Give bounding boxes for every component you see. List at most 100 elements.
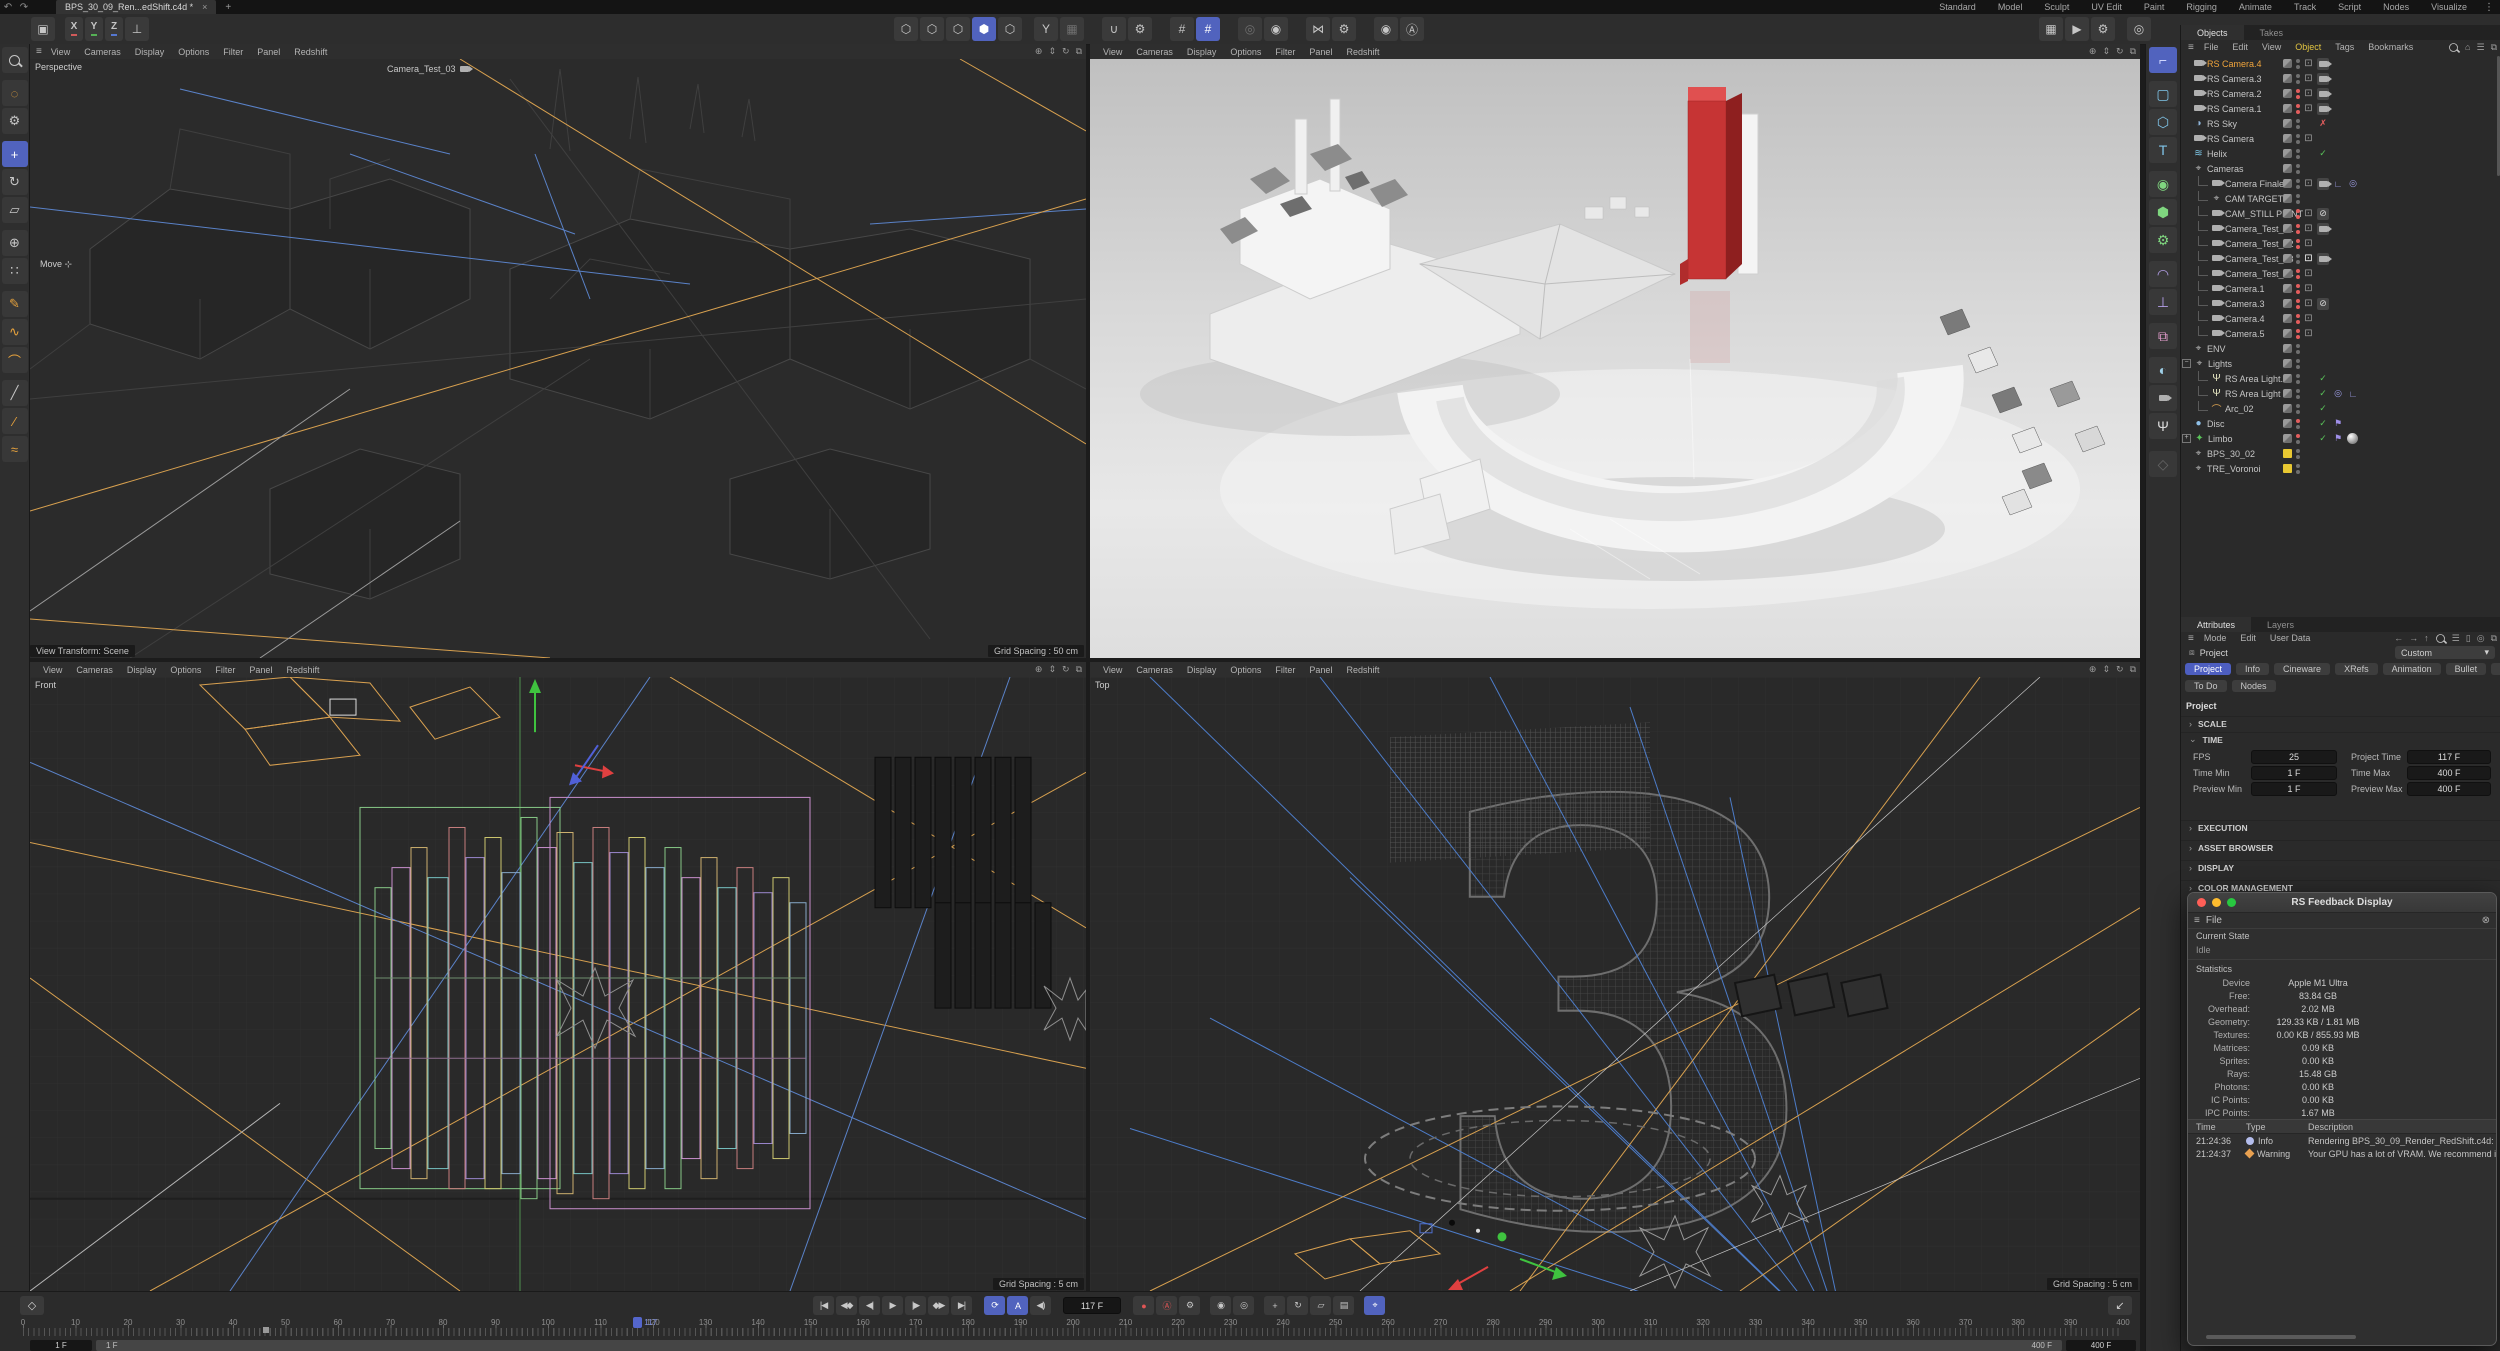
key-rotation-button[interactable]: ↻ bbox=[1287, 1296, 1308, 1315]
menu-item-user-data[interactable]: User Data bbox=[2263, 633, 2318, 643]
tree-row-rs-camera-4[interactable]: RS Camera.4⊡ bbox=[2181, 56, 2500, 71]
attr-tab-project[interactable]: Project bbox=[2185, 663, 2231, 675]
rotate-view-icon[interactable]: ↻ bbox=[1062, 664, 1070, 675]
grid-button[interactable]: # bbox=[1170, 17, 1194, 41]
menu-item-redshift[interactable]: Redshift bbox=[287, 47, 334, 57]
visibility-dots[interactable] bbox=[2295, 209, 2300, 219]
visibility-dots[interactable] bbox=[2295, 314, 2300, 324]
render-tag[interactable]: ⊡ bbox=[2303, 178, 2314, 189]
attr-tab-animation[interactable]: Animation bbox=[2383, 663, 2441, 675]
search-icon[interactable] bbox=[2449, 43, 2458, 52]
pan-icon[interactable]: ⊕ bbox=[2089, 46, 2097, 57]
edit-toggle[interactable] bbox=[2283, 284, 2292, 293]
rs-feedback-window[interactable]: RS Feedback Display ≡ File ⊗ Current Sta… bbox=[2187, 892, 2497, 1346]
menu-item-cameras[interactable]: Cameras bbox=[69, 665, 120, 675]
menu-item-tags[interactable]: Tags bbox=[2328, 42, 2361, 52]
maximize-icon[interactable]: ⧉ bbox=[2130, 664, 2136, 675]
tree-row-camera-5[interactable]: Camera.5⊡ bbox=[2181, 326, 2500, 341]
snap-key-button[interactable]: ⌖ bbox=[1364, 1296, 1385, 1315]
tree-row-tre-voronoi[interactable]: ⌖TRE_Voronoi bbox=[2181, 461, 2500, 476]
preview-marker[interactable] bbox=[263, 1327, 269, 1333]
menu-item-panel[interactable]: Panel bbox=[1302, 47, 1339, 57]
tree-row-arc-02[interactable]: ⌒Arc_02✓ bbox=[2181, 401, 2500, 416]
range-slider[interactable]: 1 F 400 F bbox=[96, 1340, 2062, 1351]
knife-button[interactable]: ╱ bbox=[2, 380, 28, 406]
menu-item-view[interactable]: View bbox=[2255, 42, 2288, 52]
edit-toggle[interactable] bbox=[2283, 389, 2292, 398]
forward-icon[interactable]: → bbox=[2409, 633, 2418, 643]
camera-tag[interactable] bbox=[2317, 253, 2329, 265]
render-tag[interactable]: ⊡ bbox=[2303, 133, 2314, 144]
edit-toggle[interactable] bbox=[2283, 149, 2292, 158]
next-key-button[interactable]: ◆▶ bbox=[928, 1296, 949, 1315]
visibility-dots[interactable] bbox=[2295, 269, 2300, 279]
protection-tag[interactable]: ⊘ bbox=[2317, 208, 2329, 220]
texture-flag-tag[interactable]: ⚑ bbox=[2332, 433, 2344, 445]
render-tag[interactable]: ⊡ bbox=[2303, 238, 2314, 249]
menu-icon[interactable]: ≡ bbox=[2194, 915, 2200, 926]
loop-button[interactable]: ⟳ bbox=[984, 1296, 1005, 1315]
time-max-field[interactable]: 400 F bbox=[2407, 766, 2491, 780]
menu-item-view[interactable]: View bbox=[44, 47, 77, 57]
protection-tag-button[interactable]: ◇ bbox=[2149, 451, 2177, 477]
visibility-dots[interactable] bbox=[2295, 224, 2300, 234]
visibility-dots[interactable] bbox=[2295, 74, 2300, 84]
active-camera-label[interactable]: Camera_Test_03 bbox=[387, 64, 469, 74]
edit-toggle[interactable] bbox=[2283, 179, 2292, 188]
menu-item-display[interactable]: Display bbox=[1180, 665, 1224, 675]
filter-icon[interactable]: ☰ bbox=[2476, 42, 2484, 53]
menu-item-options[interactable]: Options bbox=[163, 665, 208, 675]
attr-tab-xrefs[interactable]: XRefs bbox=[2335, 663, 2378, 675]
close-icon[interactable]: ⊗ bbox=[2482, 915, 2490, 926]
visibility-dots[interactable] bbox=[2295, 239, 2300, 249]
render-tag[interactable]: ⊡ bbox=[2303, 268, 2314, 279]
move-button[interactable]: + bbox=[2, 141, 28, 167]
edit-toggle[interactable] bbox=[2283, 344, 2292, 353]
menu-item-filter[interactable]: Filter bbox=[208, 665, 242, 675]
range-end-field[interactable]: 400 F bbox=[2066, 1340, 2136, 1351]
edit-toggle[interactable] bbox=[2283, 359, 2292, 368]
tree-row-cam-target[interactable]: ⌖CAM TARGET bbox=[2181, 191, 2500, 206]
maximize-icon[interactable]: ⧉ bbox=[2130, 46, 2136, 57]
attr-tab-to-do[interactable]: To Do bbox=[2185, 680, 2227, 692]
enabled-check-icon[interactable]: ✓ bbox=[2317, 433, 2329, 445]
menu-item-display[interactable]: Display bbox=[128, 47, 172, 57]
play-button[interactable]: ▶ bbox=[882, 1296, 903, 1315]
preview-min-field[interactable]: 1 F bbox=[2251, 782, 2337, 796]
visibility-dots[interactable] bbox=[2295, 59, 2300, 69]
menu-item-options[interactable]: Options bbox=[1223, 47, 1268, 57]
axis-z-toggle[interactable]: Z bbox=[105, 17, 123, 41]
symmetry-button[interactable]: ⧉ bbox=[2149, 323, 2177, 349]
tree-row-camera-test-04[interactable]: Camera_Test_04⊡ bbox=[2181, 266, 2500, 281]
render-tag[interactable]: ⊡ bbox=[2303, 313, 2314, 324]
rotate-view-icon[interactable]: ↻ bbox=[2116, 46, 2124, 57]
prev-key-button[interactable]: ◀◆ bbox=[836, 1296, 857, 1315]
volume-builder-button[interactable]: ⬢ bbox=[2149, 199, 2177, 225]
menu-item-redshift[interactable]: Redshift bbox=[1339, 47, 1386, 57]
align-tag[interactable]: ∟ bbox=[2332, 178, 2344, 190]
dolly-icon[interactable]: ⇕ bbox=[2102, 46, 2110, 57]
camera-tag[interactable] bbox=[2317, 178, 2329, 190]
spline-pen-button[interactable]: ✎ bbox=[2, 291, 28, 317]
edit-toggle[interactable] bbox=[2283, 74, 2292, 83]
camera-tag[interactable] bbox=[2317, 58, 2329, 70]
edit-toggle[interactable] bbox=[2283, 419, 2292, 428]
menu-item-redshift[interactable]: Redshift bbox=[1339, 665, 1386, 675]
pan-icon[interactable]: ⊕ bbox=[1035, 664, 1043, 675]
render-tag[interactable]: ⊡ bbox=[2303, 298, 2314, 309]
section-execution[interactable]: ›EXECUTION bbox=[2181, 820, 2500, 834]
menu-item-filter[interactable]: Filter bbox=[216, 47, 250, 57]
workspace-tab-visualize[interactable]: Visualize bbox=[2420, 2, 2478, 12]
popout-icon[interactable]: ⧉ bbox=[2491, 42, 2497, 53]
tree-row-helix[interactable]: ≋Helix✓ bbox=[2181, 146, 2500, 161]
menu-item-cameras[interactable]: Cameras bbox=[1129, 665, 1180, 675]
keyframe-objects-button[interactable]: ◎ bbox=[1233, 1296, 1254, 1315]
viewport-front[interactable]: ViewCamerasDisplayOptionsFilterPanelReds… bbox=[30, 662, 1086, 1291]
key-parameter-button[interactable]: ▤ bbox=[1333, 1296, 1354, 1315]
render-tag[interactable]: ⊡ bbox=[2303, 208, 2314, 219]
render-tag[interactable]: ⊡ bbox=[2303, 103, 2314, 114]
menu-item-panel[interactable]: Panel bbox=[242, 665, 279, 675]
autokey-button[interactable]: Ⓐ bbox=[1156, 1296, 1177, 1315]
menu-icon[interactable]: ≡ bbox=[2185, 633, 2197, 644]
fcurve-button[interactable]: ↙ bbox=[2108, 1296, 2132, 1315]
